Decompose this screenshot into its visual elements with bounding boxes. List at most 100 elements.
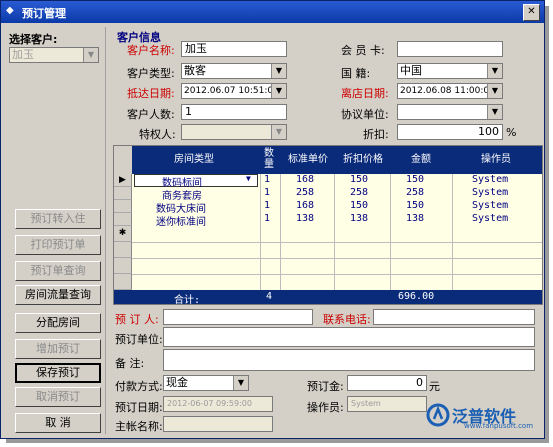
nationality-select[interactable]: 中国 ▼: [397, 63, 503, 79]
save-booking-button[interactable]: 保存预订: [15, 363, 101, 383]
discount-field[interactable]: 100: [397, 124, 503, 140]
chevron-down-icon[interactable]: ▼: [271, 64, 286, 78]
deposit-label: 预订金:: [307, 380, 344, 393]
cell-amount: 138: [406, 213, 425, 224]
chevron-down-icon[interactable]: ▼: [271, 84, 286, 98]
row-marker[interactable]: [114, 187, 132, 200]
row-marker-current[interactable]: ▶: [114, 174, 132, 187]
customer-type-label: 客户类型:: [127, 67, 175, 80]
leave-date-picker[interactable]: 2012.06.08 11:00:00 ▼: [397, 83, 503, 99]
cancel-button[interactable]: 取 消: [15, 413, 101, 433]
note-label: 备 注:: [115, 357, 145, 370]
cell-discount-price: 138: [350, 213, 369, 224]
title-bar[interactable]: ◆ 预订管理 ✕: [1, 1, 544, 23]
cell-standard-price: 168: [296, 174, 315, 185]
chevron-down-icon[interactable]: ▼: [83, 48, 98, 62]
cell-room-type: 迷你标准间: [156, 217, 206, 228]
cell-discount-price: 258: [350, 187, 369, 198]
cell-quantity: 1: [264, 174, 271, 185]
cell-amount: 150: [406, 174, 425, 185]
cell-standard-price: 138: [296, 213, 315, 224]
phone-field[interactable]: [373, 309, 535, 325]
col-amount[interactable]: 金额: [392, 146, 450, 174]
customer-name-label: 客户名称:: [127, 44, 175, 57]
close-button[interactable]: ✕: [523, 4, 540, 21]
cell-operator: System: [472, 200, 509, 211]
chevron-down-icon[interactable]: ▼: [233, 376, 248, 390]
grid-line: [260, 174, 261, 290]
fanpu-logo: 泛普软件 www.fanpusoft.com: [426, 401, 544, 431]
customer-type-select[interactable]: 散客 ▼: [181, 63, 287, 79]
logo-icon: [426, 403, 450, 427]
chevron-down-icon[interactable]: ▼: [487, 64, 502, 78]
col-standard-price[interactable]: 标准单价: [282, 146, 334, 174]
guest-count-label: 客户人数:: [127, 108, 175, 121]
customer-select[interactable]: 加玉 ▼: [9, 47, 99, 63]
app-icon: ◆: [6, 5, 14, 16]
guest-count-field[interactable]: 1: [181, 104, 287, 120]
grid-line: [132, 258, 542, 259]
cell-operator: System: [472, 174, 509, 185]
nationality-label: 国 籍:: [341, 67, 371, 80]
deposit-field[interactable]: 0: [347, 375, 427, 391]
payment-method-select[interactable]: 现金 ▼: [163, 375, 249, 391]
booker-field[interactable]: [163, 309, 313, 325]
arrive-date-picker[interactable]: 2012.06.07 10:51:00 ▼: [181, 83, 287, 99]
col-room-type[interactable]: 房间类型: [132, 146, 256, 174]
room-flow-query-button[interactable]: 房间流量查询: [15, 285, 101, 305]
agreement-unit-label: 协议单位:: [341, 108, 389, 121]
transfer-checkin-button[interactable]: 预订转入住: [15, 209, 101, 229]
grid-line: [334, 174, 335, 290]
cell-discount-price: 150: [350, 200, 369, 211]
note-field[interactable]: [163, 349, 535, 371]
select-customer-label: 选择客户:: [9, 33, 58, 46]
booking-window: ◆ 预订管理 ✕ 选择客户: 加玉 ▼ 预订转入住 打印预订单 预订单查询 房间…: [0, 0, 545, 439]
payment-method-label: 付款方式:: [115, 380, 163, 393]
col-discount-price[interactable]: 折扣价格: [336, 146, 390, 174]
row-marker: [114, 258, 132, 274]
leave-date-value: 2012.06.08 11:00:00: [400, 86, 495, 96]
cell-quantity: 1: [264, 187, 271, 198]
assign-room-button[interactable]: 分配房间: [15, 313, 101, 333]
row-marker: [114, 242, 132, 258]
col-operator[interactable]: 操作员: [454, 146, 538, 174]
window-title: 预订管理: [22, 7, 66, 20]
main-panel: 客户信息 客户名称: 加玉 会 员 卡: 客户类型: 散客 ▼ 国 籍: 中国 …: [111, 27, 543, 435]
chevron-down-icon[interactable]: ▼: [487, 105, 502, 119]
chevron-down-icon[interactable]: ▼: [487, 84, 502, 98]
grid-line: [280, 174, 281, 290]
query-booking-button[interactable]: 预订单查询: [15, 261, 101, 281]
booking-unit-field[interactable]: [163, 327, 535, 347]
chevron-down-icon[interactable]: ▼: [271, 125, 286, 139]
col-quantity[interactable]: 数量: [260, 148, 278, 170]
left-panel: 选择客户: 加玉 ▼ 预订转入住 打印预订单 预订单查询 房间流量查询 分配房间…: [5, 27, 106, 434]
grid-footer: 合计: 4 696.00: [114, 290, 542, 304]
privilege-select[interactable]: ▼: [181, 124, 287, 140]
total-label: 合计:: [174, 295, 201, 305]
print-booking-button[interactable]: 打印预订单: [15, 235, 101, 255]
row-marker-new[interactable]: ✱: [114, 226, 132, 242]
cell-quantity: 1: [264, 213, 271, 224]
discount-unit: %: [506, 126, 517, 139]
privilege-label: 特权人:: [139, 128, 176, 141]
customer-name-field[interactable]: 加玉: [181, 41, 287, 57]
add-booking-button[interactable]: 增加预订: [15, 339, 101, 359]
account-name-label: 主帐名称:: [115, 420, 163, 433]
customer-select-value: 加玉: [12, 48, 34, 61]
cell-amount: 150: [406, 200, 425, 211]
nationality-value: 中国: [400, 64, 422, 77]
room-grid[interactable]: 房间类型 数量 标准单价 折扣价格 金额 操作员 ▶ ✱ 数码标间 ▼ 1 16…: [113, 145, 543, 305]
cell-standard-price: 168: [296, 200, 315, 211]
row-marker[interactable]: [114, 213, 132, 226]
row-marker: [114, 274, 132, 290]
cell-standard-price: 258: [296, 187, 315, 198]
row-marker[interactable]: [114, 200, 132, 213]
agreement-unit-select[interactable]: ▼: [397, 104, 503, 120]
cell-amount: 258: [406, 187, 425, 198]
total-quantity: 4: [266, 291, 273, 302]
member-card-field[interactable]: [397, 41, 503, 57]
booker-label: 预 订 人:: [115, 313, 159, 326]
cancel-booking-button[interactable]: 取消预订: [15, 387, 101, 407]
chevron-down-icon[interactable]: ▼: [246, 174, 251, 183]
phone-label: 联系电话:: [323, 313, 371, 326]
